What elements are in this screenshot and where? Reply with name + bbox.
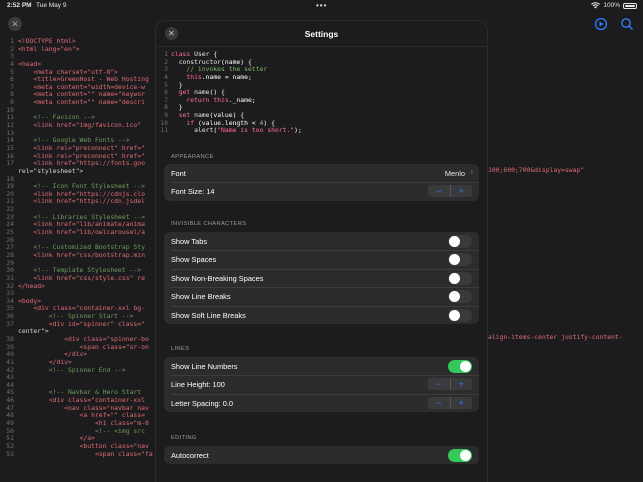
font-size-row: Font Size: 14 − + — [164, 182, 479, 200]
autocorrect-label: Autocorrect — [171, 451, 209, 460]
letter-spacing-label: Letter Spacing: 0.0 — [171, 398, 234, 408]
show-soft-line-breaks-row: Show Soft Line Breaks — [164, 305, 479, 324]
preview-line: 7 return this._name; — [160, 95, 483, 105]
increment-button[interactable]: + — [450, 185, 472, 197]
font-size-stepper: − + — [428, 185, 472, 198]
letter-spacing-row: Letter Spacing: 0.0 − + — [164, 393, 479, 412]
invisible-characters-group: Show Tabs Show Spaces Show Non-Breaking … — [164, 232, 479, 324]
show-line-breaks-row: Show Line Breaks — [164, 287, 479, 305]
code-text: <html lang="en"> — [18, 44, 80, 53]
section-editing: EDITING — [171, 435, 197, 441]
increment-button[interactable]: + — [450, 378, 472, 390]
autocorrect-row: Autocorrect — [164, 446, 479, 464]
show-soft-line-breaks-toggle[interactable] — [448, 308, 472, 322]
status-date: Tue May 9 — [36, 2, 67, 9]
show-soft-line-breaks-label: Show Soft Line Breaks — [171, 310, 246, 320]
code-text: rel="stylesheet"> — [18, 166, 84, 175]
letter-spacing-stepper: − + — [428, 396, 472, 409]
autocorrect-toggle[interactable] — [448, 449, 472, 462]
preview-code: return this._name; — [186, 95, 256, 104]
show-tabs-label: Show Tabs — [171, 237, 208, 246]
show-nbsp-toggle[interactable] — [448, 271, 472, 285]
code-text: <!-- Spinner End --> — [18, 365, 126, 374]
page-title: Settings — [304, 29, 339, 39]
section-appearance: APPEARANCE — [171, 154, 214, 160]
status-right: 100% — [591, 2, 637, 9]
appearance-group: Font Menlo › Font Size: 14 − + — [164, 164, 479, 201]
preview-code: this.name = name; — [186, 72, 252, 81]
show-nbsp-row: Show Non-Breaking Spaces — [164, 268, 479, 287]
increment-button[interactable]: + — [450, 397, 472, 409]
show-line-numbers-toggle[interactable] — [448, 360, 472, 373]
code-text: <link href="img/favicon.ico" — [18, 121, 142, 130]
line-number: 53 — [6, 449, 14, 458]
status-bar: 2:52 PM Tue May 9 ••• 100% — [0, 0, 643, 12]
settings-modal: ✕ Settings 1 class User {2 constructor(na… — [156, 21, 487, 482]
show-line-numbers-label: Show Line Numbers — [171, 362, 238, 371]
section-lines: LINES — [171, 346, 190, 352]
font-size-label: Font Size: 14 — [171, 187, 215, 197]
modal-header: ✕ Settings — [156, 21, 487, 47]
code-preview: 1 class User {2 constructor(name) {3 // i… — [160, 51, 483, 161]
line-height-stepper: − + — [428, 378, 472, 391]
font-value: Menlo — [444, 169, 465, 178]
code-text: <link href="https://cdn.jsdel — [18, 197, 145, 206]
preview-fade — [156, 133, 487, 141]
lines-group: Show Line Numbers Line Height: 100 − + L… — [164, 357, 479, 413]
font-row[interactable]: Font Menlo › — [164, 164, 479, 182]
code-text: <meta content="" name="descri — [18, 98, 145, 107]
editing-group: Autocorrect — [164, 446, 479, 465]
show-tabs-row: Show Tabs — [164, 232, 479, 250]
code-text: </head> — [18, 281, 45, 290]
show-line-breaks-label: Show Line Breaks — [171, 292, 231, 302]
decrement-button[interactable]: − — [428, 397, 450, 409]
multitask-dots-icon[interactable]: ••• — [316, 1, 327, 10]
code-text: <link href="lib/owlcarousel/a — [18, 228, 145, 237]
show-spaces-toggle[interactable] — [448, 253, 472, 267]
line-height-row: Line Height: 100 − + — [164, 375, 479, 393]
show-tabs-toggle[interactable] — [448, 235, 472, 248]
wifi-icon — [591, 2, 601, 9]
show-spaces-label: Show Spaces — [171, 255, 217, 265]
decrement-button[interactable]: − — [428, 185, 450, 197]
line-number: 17 — [6, 159, 14, 168]
search-icon[interactable] — [620, 17, 634, 31]
chevron-right-icon: › — [470, 169, 473, 176]
status-time: 2:52 PM — [7, 2, 32, 9]
show-line-breaks-toggle[interactable] — [448, 290, 472, 304]
font-label: Font — [171, 169, 186, 178]
section-invisible-characters: INVISIBLE CHARACTERS — [171, 221, 247, 227]
code-text: <link href="css/bootstrap.min — [18, 250, 145, 259]
battery-percent: 100% — [603, 2, 620, 9]
show-spaces-row: Show Spaces — [164, 250, 479, 268]
code-fragment: align-items-center justify-content- — [488, 333, 623, 341]
preview-line: 4 this.name = name; — [160, 72, 483, 82]
battery-icon — [623, 2, 637, 9]
decrement-button[interactable]: − — [428, 378, 450, 390]
run-icon[interactable] — [594, 17, 608, 31]
line-number: 37 — [6, 319, 14, 328]
code-fragment: 100;600;700&display=swap" — [488, 166, 585, 174]
show-line-numbers-row: Show Line Numbers — [164, 357, 479, 375]
show-nbsp-label: Show Non-Breaking Spaces — [171, 273, 264, 283]
close-icon[interactable]: ✕ — [8, 17, 22, 31]
line-height-label: Line Height: 100 — [171, 380, 225, 390]
